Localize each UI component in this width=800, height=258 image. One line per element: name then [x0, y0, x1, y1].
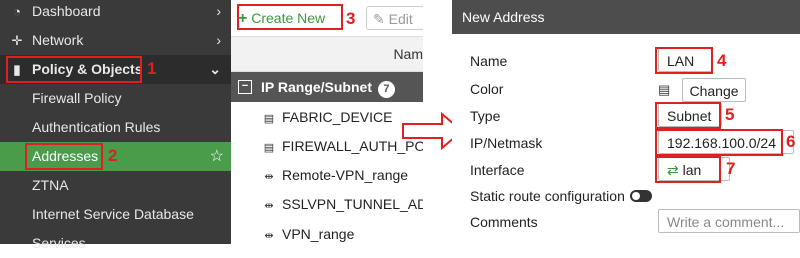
collapse-icon[interactable]: −: [238, 80, 252, 94]
sidebar-item-dashboard[interactable]: ◔ Dashboard ›: [0, 0, 231, 26]
step-number-3: 3: [346, 9, 356, 28]
chevron-right-icon: ›: [216, 3, 221, 19]
address-list-panel: + Create New ✎ Edit Nam − IP Range/Subne…: [231, 0, 423, 244]
step-number-5: 5: [725, 105, 735, 124]
static-route-toggle[interactable]: [630, 190, 652, 202]
address-name: VPN_range: [282, 226, 355, 242]
ip-range-icon: ⇹: [264, 230, 274, 242]
sidebar-item-authentication-rules[interactable]: Authentication Rules: [0, 113, 231, 142]
address-name: SSLVPN_TUNNEL_AD: [282, 196, 423, 212]
sidebar-item-firewall-policy[interactable]: Firewall Policy: [0, 84, 231, 113]
highlight-box: [655, 102, 721, 129]
table-row[interactable]: ⇹ Remote-VPN_range: [261, 162, 423, 188]
comments-field[interactable]: Write a comment...: [658, 209, 800, 233]
highlight-box: [655, 156, 721, 183]
pencil-icon: ✎: [373, 11, 385, 27]
star-icon[interactable]: ☆: [210, 142, 224, 171]
group-row-ip-range-subnet[interactable]: − IP Range/Subnet 7: [231, 72, 423, 102]
table-row[interactable]: ▤ FIREWALL_AUTH_PO: [261, 133, 423, 159]
address-name: FABRIC_DEVICE: [282, 109, 393, 125]
step-number-2: 2: [108, 146, 118, 165]
dashboard-icon: ◔: [13, 4, 21, 19]
interface-label: Interface: [470, 162, 525, 178]
ip-netmask-label: IP/Netmask: [470, 135, 543, 151]
highlight-box: [655, 47, 713, 74]
new-address-dialog: New Address Name LAN Color ▤ Change Type…: [452, 0, 800, 244]
change-color-button[interactable]: Change: [682, 78, 746, 102]
ip-range-icon: ⇹: [264, 200, 274, 212]
table-row[interactable]: ⇹ SSLVPN_TUNNEL_AD: [261, 191, 423, 217]
highlight-box: [25, 143, 103, 170]
sidebar-item-ztna[interactable]: ZTNA: [0, 171, 231, 200]
static-route-label: Static route configuration: [470, 188, 625, 204]
highlight-box: [655, 129, 783, 156]
name-label: Name: [470, 53, 508, 69]
step-number-1: 1: [147, 59, 157, 78]
sidebar-item-internet-service-database[interactable]: Internet Service Database: [0, 200, 231, 229]
type-label: Type: [470, 108, 501, 124]
sidebar-item-label: Firewall Policy: [32, 90, 122, 106]
chevron-right-icon: ›: [216, 32, 221, 48]
sidebar-item-label: Internet Service Database: [32, 206, 194, 222]
sidebar-item-label: Network: [32, 32, 84, 48]
sidebar-item-label: Authentication Rules: [32, 119, 161, 135]
table-row[interactable]: ▤ FABRIC_DEVICE: [261, 104, 423, 130]
edit-label: Edit: [388, 11, 413, 27]
color-label: Color: [470, 81, 504, 97]
step-number-4: 4: [717, 51, 727, 70]
step-number-6: 6: [786, 132, 796, 151]
column-header-name[interactable]: Nam: [393, 46, 423, 62]
sidebar: ◔ Dashboard › ✛ Network › ▮ Policy & Obj…: [0, 0, 231, 251]
sidebar-item-network[interactable]: ✛ Network ›: [0, 26, 231, 55]
address-icon: ▤: [263, 113, 275, 125]
network-icon: ✛: [11, 33, 23, 48]
dialog-title: New Address: [452, 0, 800, 34]
highlight-box: [6, 56, 142, 83]
sidebar-item-label: Dashboard: [32, 3, 101, 19]
ip-range-icon: ⇹: [264, 171, 274, 183]
group-label: IP Range/Subnet: [261, 79, 372, 95]
address-name: Remote-VPN_range: [282, 167, 409, 183]
sidebar-item-label: ZTNA: [32, 177, 69, 193]
table-header: Nam: [231, 37, 423, 72]
group-count-badge: 7: [377, 81, 395, 98]
chevron-down-icon: ⌄: [209, 61, 221, 77]
color-swatch-icon: ▤: [658, 82, 671, 97]
table-row[interactable]: ⇹ VPN_range: [261, 221, 423, 244]
address-icon: ▤: [263, 142, 275, 154]
step-number-7: 7: [726, 159, 736, 178]
highlight-box: [237, 4, 343, 30]
comments-label: Comments: [470, 214, 538, 230]
edit-button[interactable]: ✎ Edit: [366, 6, 423, 30]
